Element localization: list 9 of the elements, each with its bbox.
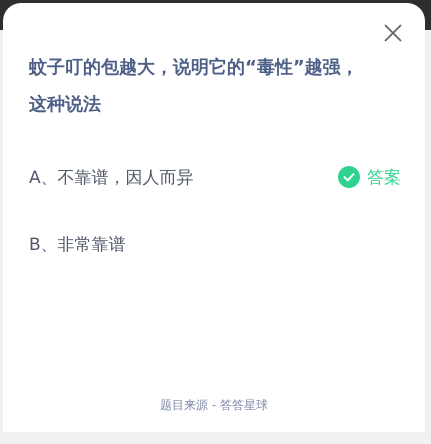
answer-label: 答案 xyxy=(367,166,401,188)
question-text: 蚊子叮的包越大，说明它的“毒性”越强，这种说法 xyxy=(29,56,360,117)
option-label: A、不靠谱，因人而异 xyxy=(29,166,194,188)
answer-option[interactable]: B、非常靠谱 xyxy=(29,233,399,255)
source-text: 题目来源 - 答答星球 xyxy=(159,397,269,414)
close-icon[interactable] xyxy=(383,23,403,43)
check-circle-icon xyxy=(338,166,360,188)
answer-option[interactable]: A、不靠谱，因人而异 答案 xyxy=(29,166,399,188)
option-label: B、非常靠谱 xyxy=(29,234,126,256)
